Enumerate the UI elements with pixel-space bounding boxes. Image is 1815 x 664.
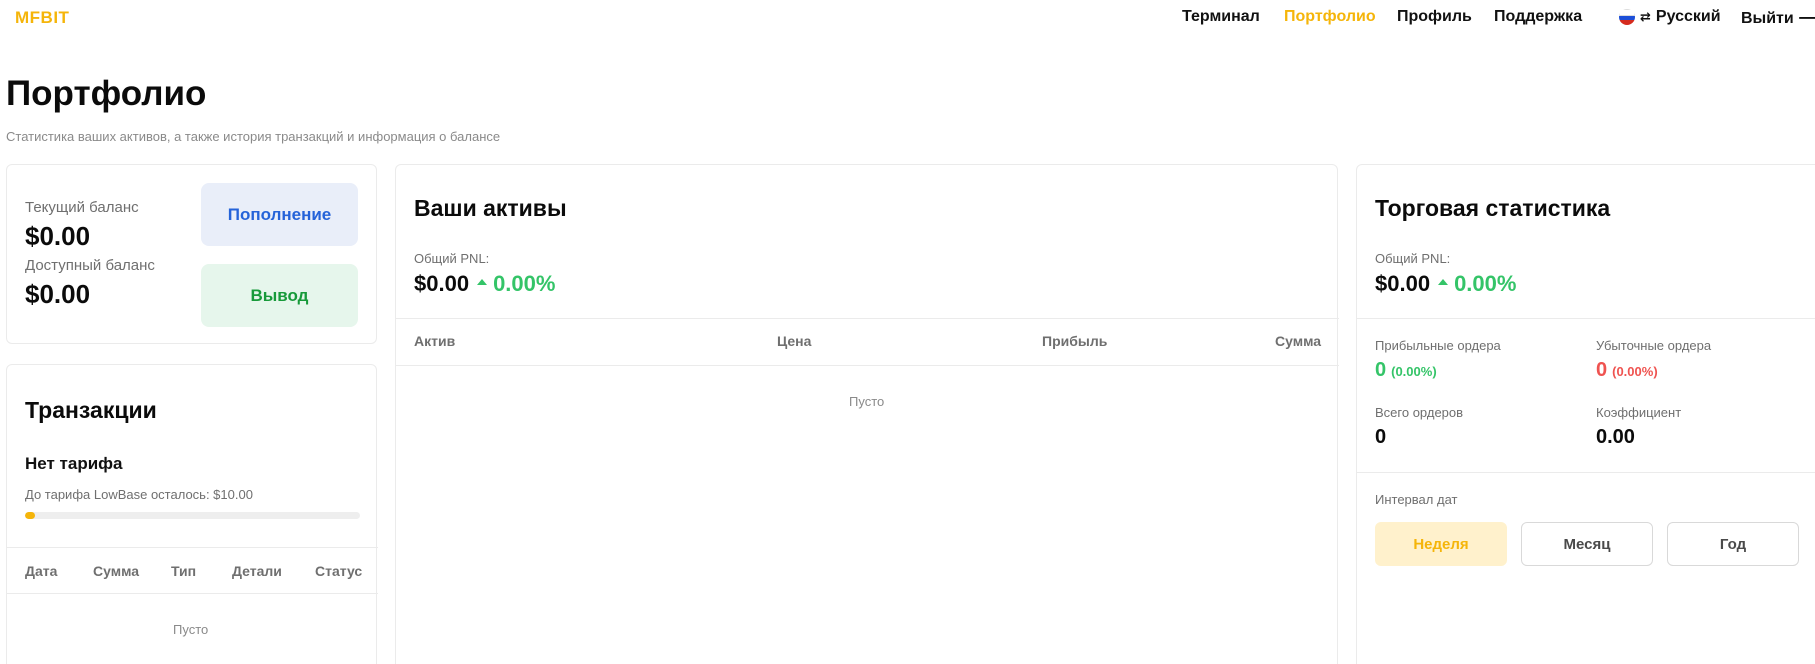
deposit-button[interactable]: Пополнение [201,183,358,246]
assets-empty: Пусто [849,394,885,409]
range-month-button[interactable]: Месяц [1521,522,1653,566]
trading-stats-card: Торговая статистика Общий PNL: $0.00 0.0… [1356,164,1815,664]
divider [396,318,1339,319]
profit-orders-value: 0 [1375,359,1387,381]
arrow-right-icon: ⟶ [1798,10,1815,27]
logout-link[interactable]: Выйти ⟶ [1741,8,1815,28]
swap-icon: ⇄ [1640,9,1651,24]
column-sum[interactable]: Сумма [1275,333,1321,349]
tariff-title: Нет тарифа [25,454,123,473]
available-balance-value: $0.00 [25,279,91,309]
column-status[interactable]: Статус [315,563,362,579]
arrow-up-icon [1438,279,1449,285]
loss-orders: 0 (0.00%) [1596,359,1658,382]
stats-pnl: $0.00 0.00% [1375,271,1516,297]
tariff-text: До тарифа LowBase осталось: $10.00 [25,487,253,502]
withdraw-button[interactable]: Вывод [201,264,358,327]
assets-card: Ваши активы Общий PNL: $0.00 0.00% Актив… [395,164,1339,664]
assets-title: Ваши активы [414,195,567,221]
language-label: Русский [1655,8,1721,25]
column-asset[interactable]: Актив [414,333,455,349]
range-week-button[interactable]: Неделя [1375,522,1507,566]
stats-pnl-percent: 0.00% [1454,271,1517,296]
logout-label: Выйти [1741,10,1794,27]
divider [1357,472,1815,473]
profit-orders: 0 (0.00%) [1375,359,1437,382]
stats-pnl-value: $0.00 [1375,271,1431,296]
ratio-value: 0.00 [1596,426,1635,448]
nav-profile[interactable]: Профиль [1397,8,1472,26]
language-switcher[interactable]: ⇄ Русский [1619,8,1721,26]
divider [7,547,378,548]
assets-pnl-label: Общий PNL: [414,251,490,266]
stats-title: Торговая статистика [1375,195,1611,221]
transactions-card: Транзакции Нет тарифа До тарифа LowBase … [6,364,378,664]
loss-orders-value: 0 [1596,359,1608,381]
arrow-up-icon [477,279,488,285]
loss-orders-label: Убыточные ордера [1596,338,1712,353]
page-title: Портфолио [6,74,207,113]
profit-orders-percent: (0.00%) [1391,364,1437,379]
column-price[interactable]: Цена [777,333,811,349]
column-profit[interactable]: Прибыль [1042,333,1107,349]
divider [1357,318,1815,319]
ratio-label: Коэффициент [1596,405,1682,420]
logo[interactable]: MFBIT [15,8,69,28]
transactions-empty: Пусто [173,622,209,637]
total-orders-label: Всего ордеров [1375,405,1464,420]
assets-pnl-value: $0.00 [414,271,470,296]
range-year-button[interactable]: Год [1667,522,1799,566]
column-details[interactable]: Детали [232,563,282,579]
tariff-progress-bar [25,512,360,519]
nav-terminal[interactable]: Терминал [1182,8,1260,26]
assets-pnl-percent: 0.00% [493,271,556,296]
interval-label: Интервал дат [1375,492,1458,507]
top-navbar: MFBIT Терминал Портфолио Профиль Поддерж… [0,0,1815,34]
assets-pnl: $0.00 0.00% [414,271,555,297]
transactions-title: Транзакции [25,397,157,423]
divider [7,593,378,594]
total-orders-value: 0 [1375,426,1387,448]
stats-pnl-label: Общий PNL: [1375,251,1451,266]
balance-card: Текущий баланс $0.00 Доступный баланс $0… [6,164,377,344]
loss-orders-percent: (0.00%) [1612,364,1658,379]
nav-portfolio[interactable]: Портфолио [1284,8,1376,26]
flag-ru-icon [1619,9,1635,25]
current-balance-value: $0.00 [25,221,91,251]
column-amount[interactable]: Сумма [93,563,139,579]
nav-support[interactable]: Поддержка [1494,8,1582,26]
column-type[interactable]: Тип [171,563,196,579]
divider [396,365,1339,366]
tariff-progress-fill [25,512,36,519]
profit-orders-label: Прибыльные ордера [1375,338,1501,353]
page-subtitle: Статистика ваших активов, а также истори… [6,129,501,144]
available-balance-label: Доступный баланс [25,257,155,274]
current-balance-label: Текущий баланс [25,199,139,216]
column-date[interactable]: Дата [25,563,57,579]
